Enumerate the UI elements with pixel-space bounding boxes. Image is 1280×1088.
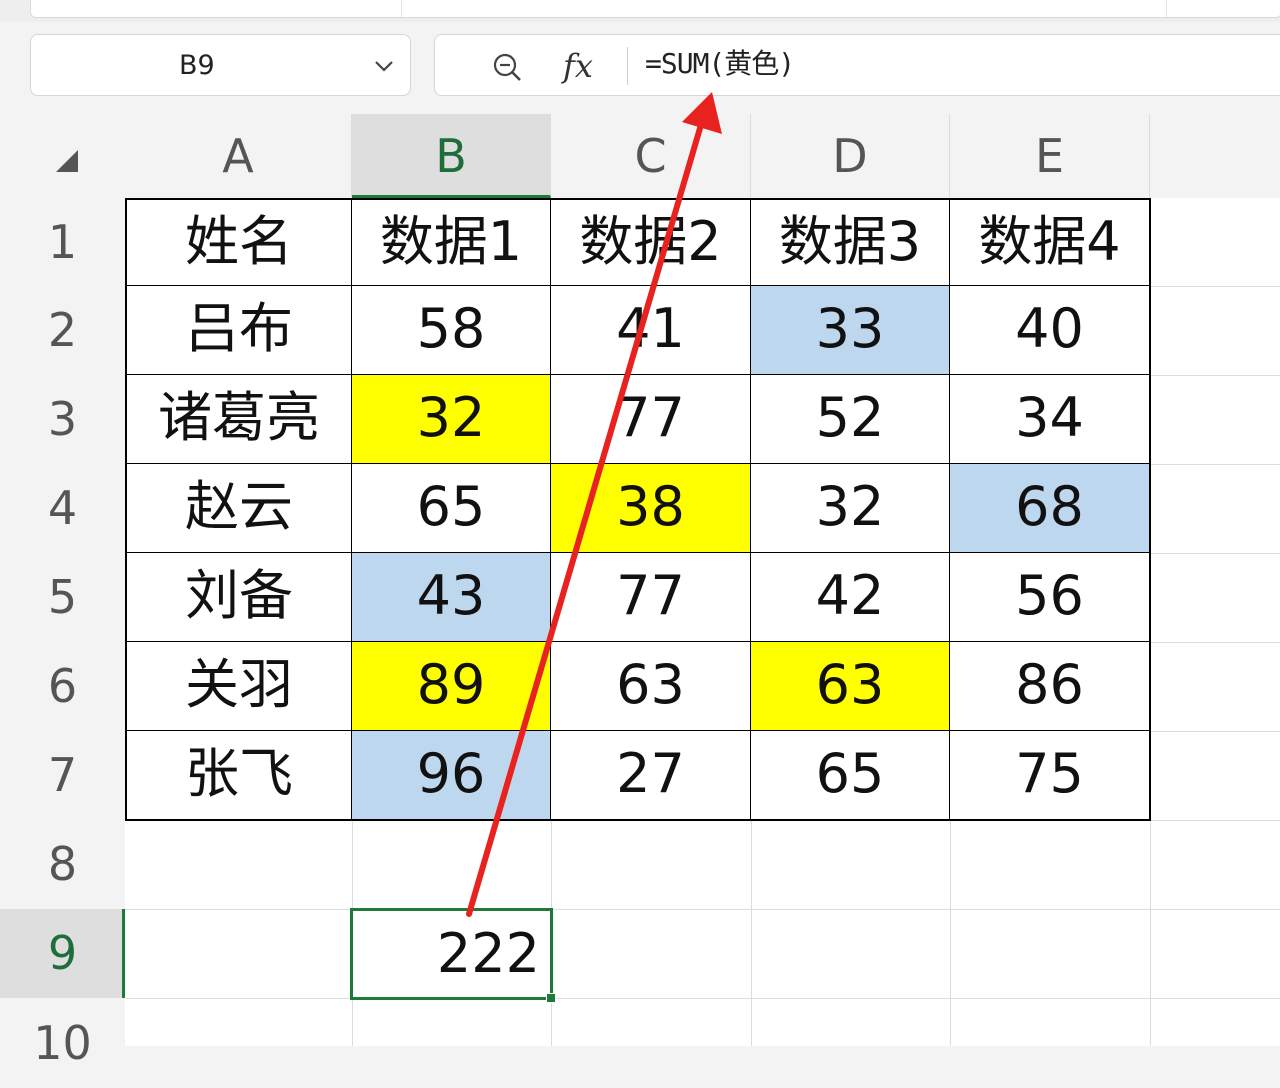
value-cell[interactable]: 86 xyxy=(950,642,1151,732)
name-cell[interactable]: 刘备 xyxy=(125,553,353,643)
value-cell[interactable]: 52 xyxy=(751,375,951,465)
result-cell-b9[interactable]: 222 xyxy=(350,908,553,1000)
value-cell[interactable]: 27 xyxy=(551,731,752,821)
select-all-corner[interactable] xyxy=(0,114,125,198)
column-header-next[interactable] xyxy=(1150,114,1280,198)
row-header-5[interactable]: 5 xyxy=(0,553,125,642)
row-header-10[interactable]: 10 xyxy=(0,998,125,1070)
value-cell[interactable]: 38 xyxy=(551,464,752,554)
value-cell[interactable]: 89 xyxy=(352,642,552,732)
chevron-down-icon[interactable] xyxy=(373,57,395,75)
row-header-7[interactable]: 7 xyxy=(0,731,125,820)
name-cell[interactable]: 张飞 xyxy=(125,731,353,821)
fill-handle[interactable] xyxy=(546,993,556,1003)
value-cell[interactable]: 68 xyxy=(950,464,1151,554)
value-cell[interactable]: 63 xyxy=(551,642,752,732)
table-header-cell[interactable]: 数据3 xyxy=(751,198,951,287)
name-cell[interactable]: 关羽 xyxy=(125,642,353,732)
value-cell[interactable]: 65 xyxy=(751,731,951,821)
insert-function-button[interactable]: fx xyxy=(563,43,593,89)
formula-bar[interactable]: fx =SUM(黄色) xyxy=(434,34,1280,96)
column-header-d[interactable]: D xyxy=(751,114,950,198)
table-header-cell[interactable]: 数据1 xyxy=(352,198,552,287)
name-cell[interactable]: 诸葛亮 xyxy=(125,375,353,465)
table-header-cell[interactable]: 数据2 xyxy=(551,198,752,287)
name-box-value: B9 xyxy=(179,50,215,81)
value-cell[interactable]: 77 xyxy=(551,553,752,643)
formula-bar-divider xyxy=(627,47,628,85)
value-cell[interactable]: 56 xyxy=(950,553,1151,643)
row-header-9[interactable]: 9 xyxy=(0,909,125,998)
gridline-horizontal xyxy=(125,998,1280,999)
value-cell[interactable]: 63 xyxy=(751,642,951,732)
toolbar-divider xyxy=(401,0,402,17)
value-cell[interactable]: 33 xyxy=(751,286,951,376)
value-cell[interactable]: 58 xyxy=(352,286,552,376)
toolbar-divider xyxy=(1166,0,1167,17)
value-cell[interactable]: 77 xyxy=(551,375,752,465)
row-header-3[interactable]: 3 xyxy=(0,375,125,464)
result-value: 222 xyxy=(436,922,540,985)
value-cell[interactable]: 40 xyxy=(950,286,1151,376)
column-header-b[interactable]: B xyxy=(352,114,551,198)
value-cell[interactable]: 32 xyxy=(751,464,951,554)
name-box[interactable]: B9 xyxy=(30,34,411,96)
row-header-8[interactable]: 8 xyxy=(0,820,125,909)
value-cell[interactable]: 65 xyxy=(352,464,552,554)
column-header-a[interactable]: A xyxy=(125,114,352,198)
table-header-cell[interactable]: 姓名 xyxy=(125,198,353,287)
row-header-1[interactable]: 1 xyxy=(0,198,125,286)
top-toolbar xyxy=(0,0,1280,22)
value-cell[interactable]: 41 xyxy=(551,286,752,376)
formula-input[interactable]: =SUM(黄色) xyxy=(645,41,795,87)
name-cell[interactable]: 赵云 xyxy=(125,464,353,554)
value-cell[interactable]: 32 xyxy=(352,375,552,465)
zoom-out-icon[interactable] xyxy=(491,51,523,83)
row-header-4[interactable]: 4 xyxy=(0,464,125,553)
value-cell[interactable]: 96 xyxy=(352,731,552,821)
table-header-cell[interactable]: 数据4 xyxy=(950,198,1151,287)
row-header-6[interactable]: 6 xyxy=(0,642,125,731)
row-header-2[interactable]: 2 xyxy=(0,286,125,375)
gridline-horizontal xyxy=(125,909,1280,910)
value-cell[interactable]: 75 xyxy=(950,731,1151,821)
select-all-triangle-icon xyxy=(56,150,78,172)
column-header-c[interactable]: C xyxy=(551,114,751,198)
toolbar-strip xyxy=(30,0,1280,18)
value-cell[interactable]: 42 xyxy=(751,553,951,643)
column-header-e[interactable]: E xyxy=(950,114,1150,198)
value-cell[interactable]: 43 xyxy=(352,553,552,643)
name-cell[interactable]: 吕布 xyxy=(125,286,353,376)
value-cell[interactable]: 34 xyxy=(950,375,1151,465)
